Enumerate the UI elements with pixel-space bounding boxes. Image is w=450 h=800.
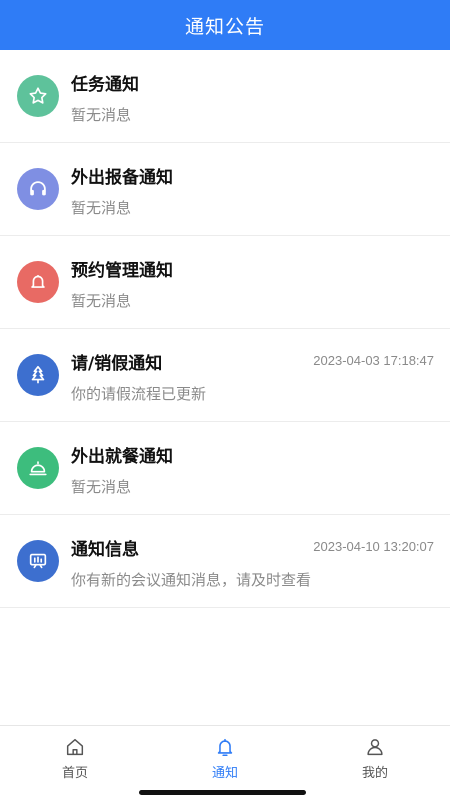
notification-time: 2023-04-03 17:18:47 (313, 353, 434, 368)
notification-subtitle: 暂无消息 (71, 292, 132, 310)
notification-title: 任务通知 (71, 75, 139, 95)
bell-icon (17, 261, 59, 303)
notification-subtitle: 暂无消息 (71, 106, 132, 124)
notification-item-task[interactable]: 任务通知 暂无消息 (0, 50, 450, 143)
notification-time: 2023-04-10 13:20:07 (313, 539, 434, 554)
home-icon (66, 738, 84, 756)
notification-subtitle: 暂无消息 (71, 478, 132, 496)
notification-item-outing-report[interactable]: 外出报备通知 暂无消息 (0, 143, 450, 236)
user-icon (367, 739, 383, 756)
tab-notifications[interactable]: 通知 (150, 726, 300, 800)
food-cloche-icon (17, 447, 59, 489)
notification-title: 预约管理通知 (71, 261, 173, 281)
notification-item-appointment[interactable]: 预约管理通知 暂无消息 (0, 236, 450, 329)
notification-title: 外出就餐通知 (71, 447, 173, 467)
notification-subtitle: 你有新的会议通知消息，请及时查看 (71, 571, 312, 589)
notification-item-dining[interactable]: 外出就餐通知 暂无消息 (0, 422, 450, 515)
star-icon (17, 75, 59, 117)
bell-icon (217, 738, 233, 757)
tab-profile[interactable]: 我的 (300, 726, 450, 800)
notification-title: 外出报备通知 (71, 168, 173, 188)
bottom-tab-bar: 首页 通知 我的 (0, 725, 450, 800)
notification-title: 请/销假通知 (71, 354, 163, 374)
tab-notifications-label: 通知 (211, 766, 238, 781)
notification-subtitle: 暂无消息 (71, 199, 132, 217)
tab-home[interactable]: 首页 (0, 726, 150, 800)
notification-subtitle: 你的请假流程已更新 (71, 385, 207, 403)
page-title: 通知公告 (0, 0, 450, 50)
message-board-icon (17, 540, 59, 582)
tree-icon (17, 354, 59, 396)
notification-list: 任务通知 暂无消息 外出报备通知 暂无消息 预约管理通知 暂无消息 请/销假通知… (0, 50, 450, 608)
notification-item-info[interactable]: 通知信息 你有新的会议通知消息，请及时查看 2023-04-10 13:20:0… (0, 515, 450, 608)
headset-icon (17, 168, 59, 210)
tab-profile-label: 我的 (361, 766, 388, 781)
home-indicator[interactable] (139, 790, 306, 795)
notification-title: 通知信息 (71, 540, 139, 560)
tab-home-label: 首页 (61, 766, 88, 781)
notification-item-leave[interactable]: 请/销假通知 你的请假流程已更新 2023-04-03 17:18:47 (0, 329, 450, 422)
